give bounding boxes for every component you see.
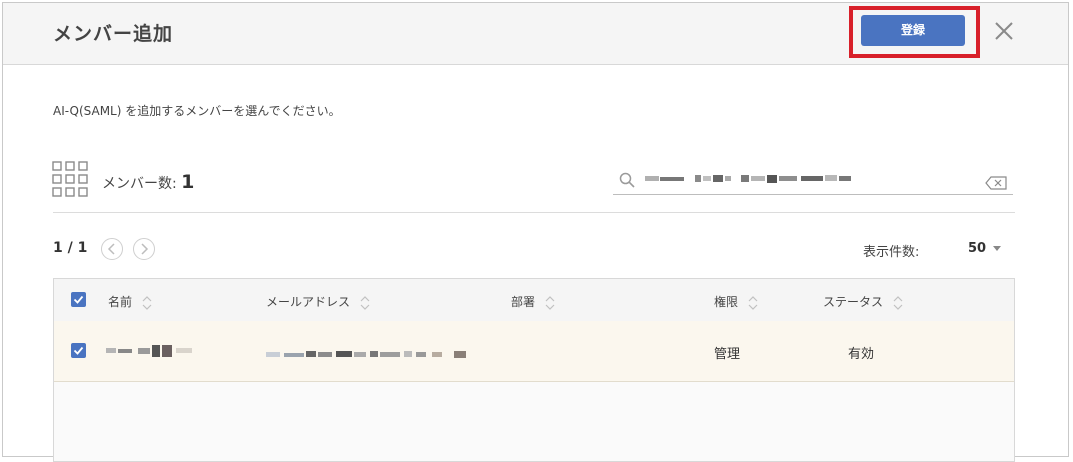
column-header-name[interactable]: 名前 — [108, 293, 152, 311]
name-redacted — [106, 343, 198, 363]
sort-icon[interactable] — [893, 295, 903, 311]
role-cell: 管理 — [714, 347, 741, 362]
search-input[interactable] — [613, 166, 1013, 195]
column-label: メールアドレス — [266, 295, 351, 309]
sort-icon[interactable] — [748, 295, 758, 311]
register-button[interactable]: 登録 — [861, 15, 965, 46]
member-table: 名前 メールアドレス 部署 権限 ステータス 管理 有効 — [53, 278, 1015, 462]
per-page-label: 表示件数: — [863, 245, 920, 260]
close-icon[interactable] — [993, 20, 1015, 42]
search-value-redacted — [645, 170, 855, 183]
email-redacted — [266, 345, 471, 364]
column-label: 権限 — [714, 295, 739, 309]
member-count: メンバー数: 1 — [102, 171, 194, 193]
search-icon — [619, 172, 635, 188]
row-checkbox[interactable] — [71, 343, 86, 358]
status-cell: 有効 — [848, 347, 875, 362]
sort-icon[interactable] — [142, 295, 152, 311]
member-count-value: 1 — [181, 171, 195, 193]
table-header: 名前 メールアドレス 部署 権限 ステータス — [54, 279, 1014, 322]
member-count-label: メンバー数: — [102, 176, 177, 192]
column-label: ステータス — [823, 295, 884, 309]
grid-icon — [52, 161, 88, 197]
per-page-select[interactable]: 50 — [968, 241, 986, 256]
column-header-email[interactable]: メールアドレス — [266, 293, 370, 311]
dialog-description: AI-Q(SAML) を追加するメンバーを選んでください。 — [53, 104, 341, 118]
page-indicator: 1 / 1 — [53, 240, 88, 256]
section-divider — [53, 212, 1015, 213]
column-header-role[interactable]: 権限 — [714, 293, 758, 311]
dialog-title: メンバー追加 — [53, 23, 174, 45]
caret-down-icon[interactable] — [993, 246, 1001, 251]
table-row[interactable]: 管理 有効 — [54, 321, 1014, 382]
column-header-status[interactable]: ステータス — [823, 293, 903, 311]
sort-icon[interactable] — [545, 295, 555, 311]
column-label: 名前 — [108, 295, 133, 309]
sort-icon[interactable] — [360, 295, 370, 311]
chevron-right-icon[interactable] — [133, 238, 155, 260]
chevron-left-icon[interactable] — [101, 238, 123, 260]
column-label: 部署 — [511, 295, 536, 309]
column-header-department[interactable]: 部署 — [511, 293, 555, 311]
clear-icon[interactable] — [985, 175, 1007, 190]
dialog-header: メンバー追加 登録 — [3, 3, 1068, 65]
add-member-dialog: メンバー追加 登録 AI-Q(SAML) を追加するメンバーを選んでください。 … — [2, 2, 1069, 462]
select-all-checkbox[interactable] — [71, 292, 86, 307]
